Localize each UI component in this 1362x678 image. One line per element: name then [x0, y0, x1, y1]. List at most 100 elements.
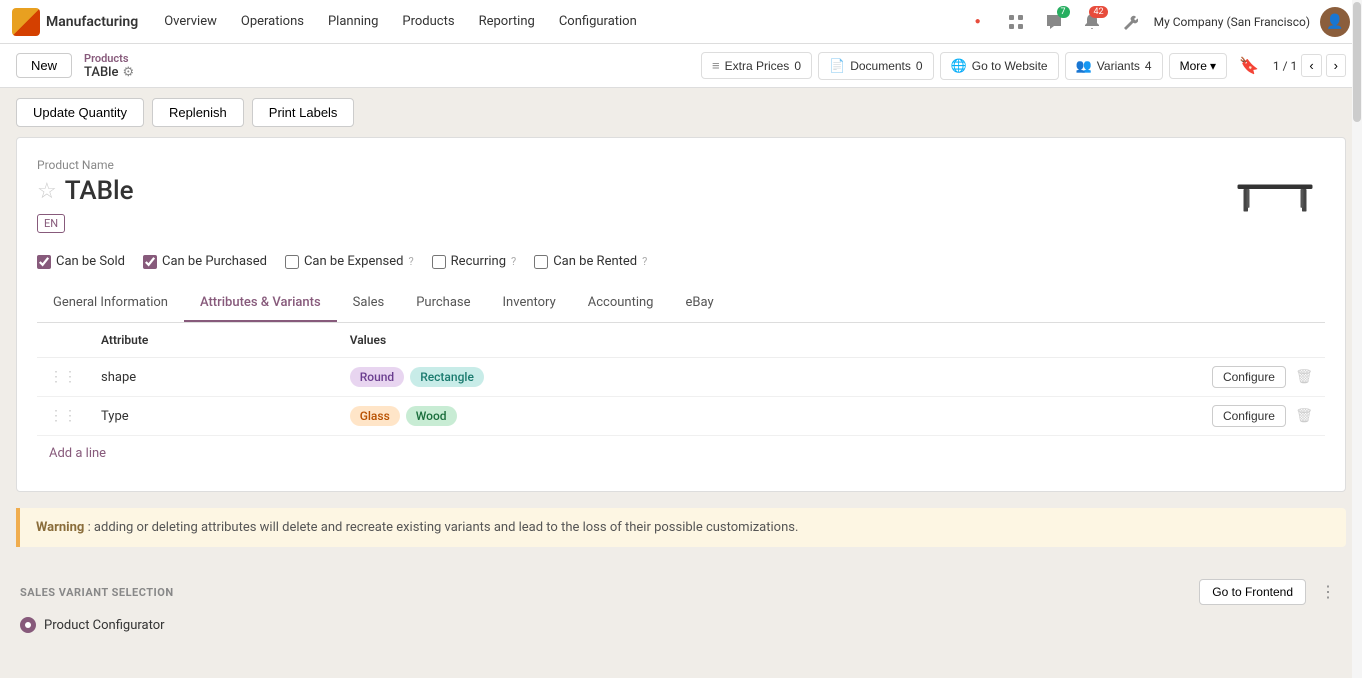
extra-prices-count: 0 — [794, 59, 801, 73]
replenish-button[interactable]: Replenish — [152, 98, 244, 127]
more-button[interactable]: More ▾ — [1169, 53, 1227, 79]
can-be-purchased-input[interactable] — [143, 255, 157, 269]
action-row: Update Quantity Replenish Print Labels — [0, 88, 1362, 137]
list-icon: ≡ — [712, 58, 720, 73]
can-be-sold-checkbox[interactable]: Can be Sold — [37, 254, 125, 269]
nav-configuration[interactable]: Configuration — [549, 8, 647, 35]
scrollbar-thumb[interactable] — [1353, 2, 1361, 122]
tag-round[interactable]: Round — [350, 367, 404, 387]
section-actions: Go to Frontend ⋮ — [1199, 579, 1342, 605]
tab-accounting[interactable]: Accounting — [572, 285, 670, 322]
can-be-expensed-input[interactable] — [285, 255, 299, 269]
recurring-checkbox[interactable]: Recurring ? — [432, 254, 517, 269]
pager-next-button[interactable]: › — [1326, 54, 1346, 77]
pager-prev-button[interactable]: ‹ — [1301, 54, 1321, 77]
language-badge[interactable]: EN — [37, 214, 65, 233]
update-quantity-button[interactable]: Update Quantity — [16, 98, 144, 127]
document-icon: 📄 — [829, 58, 845, 74]
top-nav: Manufacturing Overview Operations Planni… — [0, 0, 1362, 44]
delete-shape-icon[interactable]: 🗑 — [1295, 369, 1313, 385]
nav-items: Overview Operations Planning Products Re… — [154, 8, 963, 35]
can-be-rented-input[interactable] — [534, 255, 548, 269]
new-button[interactable]: New — [16, 53, 72, 78]
app-logo: Manufacturing — [12, 8, 138, 36]
can-be-expensed-checkbox[interactable]: Can be Expensed ? — [285, 254, 414, 269]
product-name-row: ☆ TABle — [37, 176, 1225, 206]
go-frontend-button[interactable]: Go to Frontend — [1199, 579, 1306, 605]
rented-help-icon[interactable]: ? — [642, 255, 647, 268]
go-to-website-button[interactable]: 🌐 Go to Website — [940, 52, 1059, 80]
tab-sales[interactable]: Sales — [337, 285, 401, 322]
breadcrumb-parent[interactable]: Products — [84, 52, 134, 65]
bookmark-icon[interactable]: 🔖 — [1239, 56, 1259, 75]
drag-handle-shape[interactable]: ⋮⋮ — [49, 369, 77, 385]
documents-button[interactable]: 📄 Documents 0 — [818, 52, 934, 80]
tag-wood[interactable]: Wood — [406, 406, 457, 426]
attributes-table: Attribute Values ⋮⋮ shape Round Rectangl… — [37, 323, 1325, 436]
product-image — [1225, 158, 1325, 238]
warning-box: Warning : adding or deleting attributes … — [16, 508, 1346, 547]
variants-icon: 👥 — [1076, 58, 1092, 74]
documents-count: 0 — [916, 59, 923, 73]
tab-inventory[interactable]: Inventory — [487, 285, 572, 322]
chat-icon[interactable]: 7 — [1040, 8, 1068, 36]
variant-option: Product Configurator — [20, 617, 1342, 633]
warning-text: : adding or deleting attributes will del… — [88, 520, 799, 535]
breadcrumb-current: TABle — [84, 65, 118, 80]
drag-handle-type[interactable]: ⋮⋮ — [49, 408, 77, 424]
col-values: Values — [338, 323, 889, 358]
tag-rectangle[interactable]: Rectangle — [410, 367, 484, 387]
can-be-rented-checkbox[interactable]: Can be Rented ? — [534, 254, 647, 269]
can-be-purchased-checkbox[interactable]: Can be Purchased — [143, 254, 267, 269]
tabs: General Information Attributes & Variant… — [37, 285, 1325, 323]
settings-gear-icon[interactable]: ⚙ — [122, 65, 134, 80]
breadcrumb-bar: New Products TABle ⚙ ≡ Extra Prices 0 📄 … — [0, 44, 1362, 88]
nav-operations[interactable]: Operations — [231, 8, 314, 35]
configure-type-button[interactable]: Configure — [1212, 405, 1286, 427]
wrench-icon[interactable] — [1116, 8, 1144, 36]
more-label: More — [1180, 59, 1207, 73]
delete-type-icon[interactable]: 🗑 — [1295, 408, 1313, 424]
tab-ebay[interactable]: eBay — [669, 285, 729, 322]
nav-reporting[interactable]: Reporting — [469, 8, 545, 35]
configure-shape-button[interactable]: Configure — [1212, 366, 1286, 388]
add-line-button[interactable]: Add a line — [37, 436, 118, 471]
red-dot-icon[interactable]: ● — [964, 8, 992, 36]
can-be-purchased-label: Can be Purchased — [162, 254, 267, 269]
page-wrapper: Manufacturing Overview Operations Planni… — [0, 0, 1362, 678]
can-be-sold-input[interactable] — [37, 255, 51, 269]
col-attribute: Attribute — [89, 323, 338, 358]
expensed-help-icon[interactable]: ? — [408, 255, 413, 268]
company-name: My Company (San Francisco) — [1154, 15, 1310, 29]
section-title: SALES VARIANT SELECTION — [20, 586, 174, 599]
extra-prices-label: Extra Prices — [725, 59, 790, 73]
checkboxes-row: Can be Sold Can be Purchased Can be Expe… — [37, 254, 1325, 269]
scrollbar-track[interactable] — [1352, 0, 1362, 678]
recurring-input[interactable] — [432, 255, 446, 269]
section-menu-button[interactable]: ⋮ — [1314, 579, 1342, 605]
tab-purchase[interactable]: Purchase — [400, 285, 486, 322]
extra-prices-button[interactable]: ≡ Extra Prices 0 — [701, 52, 812, 79]
nav-products[interactable]: Products — [392, 8, 464, 35]
warning-container: Warning : adding or deleting attributes … — [16, 508, 1346, 547]
sales-variant-section: SALES VARIANT SELECTION Go to Frontend ⋮… — [0, 563, 1362, 649]
product-name[interactable]: TABle — [65, 176, 134, 206]
col-drag — [37, 323, 89, 358]
attr-name-type: Type — [101, 409, 129, 424]
tab-general[interactable]: General Information — [37, 285, 184, 322]
nav-planning[interactable]: Planning — [318, 8, 388, 35]
nav-overview[interactable]: Overview — [154, 8, 227, 35]
recurring-help-icon[interactable]: ? — [511, 255, 516, 268]
print-labels-button[interactable]: Print Labels — [252, 98, 355, 127]
radio-product-configurator[interactable] — [20, 617, 36, 633]
favorite-star-icon[interactable]: ☆ — [37, 179, 57, 204]
can-be-sold-label: Can be Sold — [56, 254, 125, 269]
avatar[interactable]: 👤 — [1320, 7, 1350, 37]
tag-glass[interactable]: Glass — [350, 406, 400, 426]
bell-icon[interactable]: 42 — [1078, 8, 1106, 36]
variants-button[interactable]: 👥 Variants 4 — [1065, 52, 1163, 80]
dropdown-icon: ▾ — [1210, 59, 1216, 73]
breadcrumb-path: Products TABle ⚙ — [84, 52, 134, 80]
tab-attributes[interactable]: Attributes & Variants — [184, 285, 337, 322]
grid-icon[interactable] — [1002, 8, 1030, 36]
